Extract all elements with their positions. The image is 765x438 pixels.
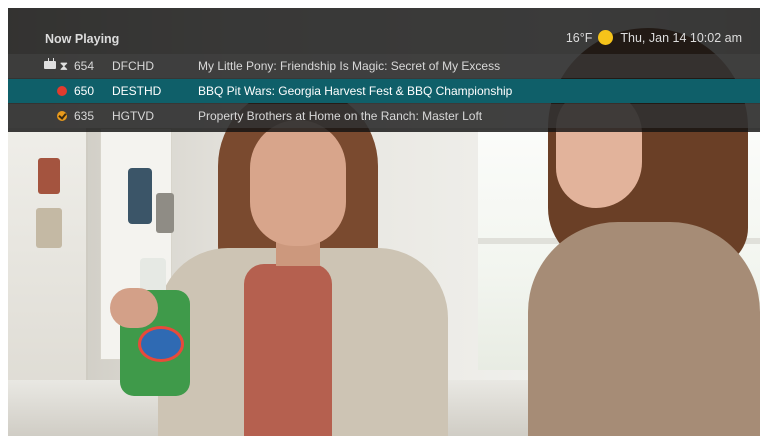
channel-name: DFCHD bbox=[112, 59, 154, 73]
sun-icon bbox=[598, 30, 614, 45]
panel-title: Now Playing bbox=[45, 32, 120, 46]
program-title: BBQ Pit Wars: Georgia Harvest Fest & BBQ… bbox=[198, 84, 513, 98]
hand bbox=[110, 288, 158, 328]
person-left-face bbox=[250, 120, 346, 246]
row-icons bbox=[8, 111, 74, 121]
person-left-top bbox=[244, 264, 332, 436]
tv-icon bbox=[43, 58, 56, 69]
channel-row[interactable]: 635 HGTVD Property Brothers at Home on t… bbox=[8, 104, 760, 128]
channel-number: 654 bbox=[74, 59, 95, 73]
now-playing-panel: Now Playing 16°F Thu, Jan 14 10:02 am ⧗ … bbox=[8, 8, 760, 132]
shelf-item bbox=[38, 158, 60, 194]
channel-row[interactable]: ⧗ 654 DFCHD My Little Pony: Friendship I… bbox=[8, 54, 760, 78]
program-title: Property Brothers at Home on the Ranch: … bbox=[198, 109, 483, 123]
row-icons bbox=[8, 86, 74, 96]
record-icon bbox=[57, 86, 67, 96]
channel-number: 650 bbox=[74, 84, 95, 98]
person-right-body bbox=[528, 222, 760, 436]
hourglass-icon: ⧗ bbox=[59, 59, 68, 73]
channel-name: HGTVD bbox=[112, 109, 154, 123]
program-title: My Little Pony: Friendship Is Magic: Sec… bbox=[198, 59, 501, 73]
channel-row-selected[interactable]: 650 DESTHD BBQ Pit Wars: Georgia Harvest… bbox=[8, 79, 760, 103]
tv-screen: Now Playing 16°F Thu, Jan 14 10:02 am ⧗ … bbox=[8, 8, 760, 436]
now-playing-header: Now Playing 16°F Thu, Jan 14 10:02 am bbox=[8, 8, 760, 54]
shelf-item bbox=[36, 208, 62, 248]
status-area: 16°F Thu, Jan 14 10:02 am bbox=[566, 30, 742, 45]
channel-name: DESTHD bbox=[112, 84, 162, 98]
channel-number: 635 bbox=[74, 109, 95, 123]
temperature: 16°F bbox=[565, 30, 593, 45]
jar bbox=[156, 193, 174, 233]
date-time: Thu, Jan 14 10:02 am bbox=[620, 30, 742, 45]
row-icons: ⧗ bbox=[8, 58, 74, 73]
jar bbox=[128, 168, 152, 224]
check-icon bbox=[57, 111, 67, 121]
bottle-label bbox=[138, 326, 184, 362]
